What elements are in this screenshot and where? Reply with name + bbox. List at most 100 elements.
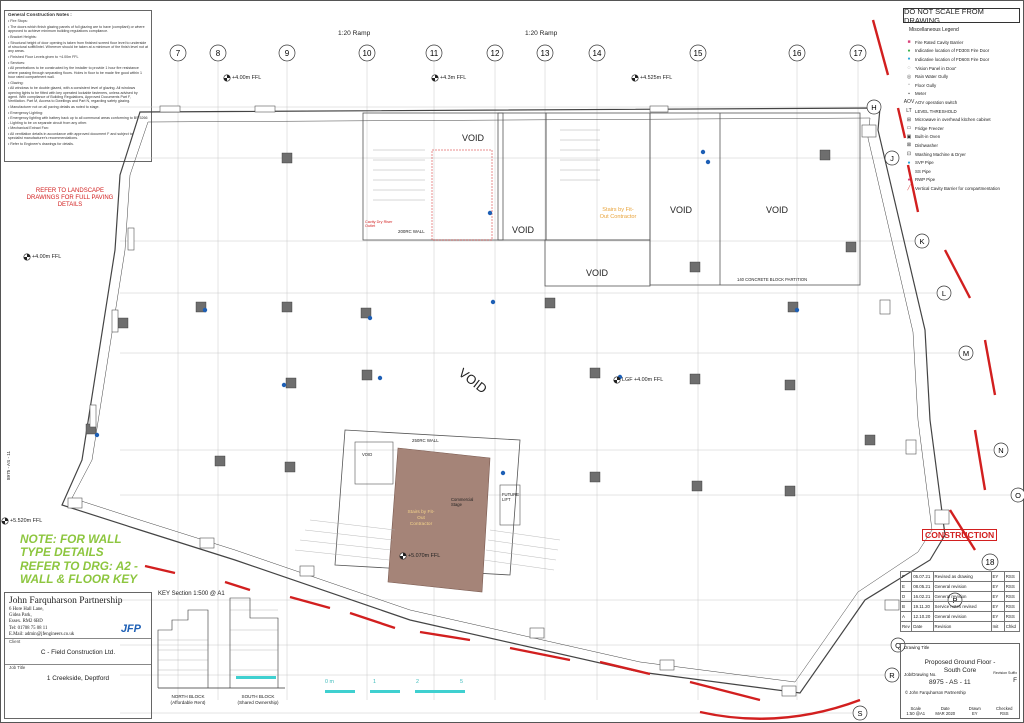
title-block: Drawing Title Proposed Ground Floor - So… [900, 643, 1020, 719]
north-block-text: NORTH BLOCK (Affordable Rent) [170, 694, 206, 705]
wall-250-label: 250RC WALL [412, 438, 439, 443]
revision-cell-chk: RSS [1003, 591, 1021, 602]
grid-col-label: 12 [491, 49, 500, 58]
company-name: John Farquharson Partnership [9, 596, 123, 606]
revision-cell-date: 08.05.21 [911, 581, 934, 592]
future-lift-label: FUTURE LIFT [502, 492, 519, 502]
client-label: Client [9, 639, 21, 645]
level-label: +4.3m FFL [440, 75, 467, 81]
revision-cell-by: EY [990, 591, 1005, 602]
revision-cell-desc: Service notes revised [932, 601, 992, 612]
scale-label: 0 m [325, 679, 334, 685]
void-label: VOID [462, 133, 485, 143]
revision-cell-date: 05.07.21 [911, 571, 934, 582]
revision-cell-rev: B [899, 601, 913, 612]
grid-col-label: 9 [285, 49, 290, 58]
revision-suffix-label: Revision Suffix [993, 671, 1017, 675]
revision-cell-rev: F [899, 571, 913, 582]
grid-col-label: 13 [541, 49, 550, 58]
grid-col-label: 10 [363, 49, 372, 58]
revision-row: F 05.07.21 Revised as drawing EY RSS [899, 571, 1021, 582]
checked-value: RSS [999, 711, 1009, 716]
client-name: C - Field Construction Ltd. [40, 649, 116, 657]
drawing-title-label: Drawing Title [904, 645, 930, 650]
title-block-meta: Scale 1:50 @A1 Date MAR 2020 Drawn EY Check… [901, 706, 1019, 716]
revision-cell-desc: Revision [932, 621, 992, 632]
revision-cell-date: 16.02.21 [911, 591, 934, 602]
drawing-no-label: Job/Drawing No. [904, 672, 937, 677]
stairs-contractor-label: Stairs by Fit-Out Contractor [599, 207, 637, 220]
drawing-number: 8975 - AS - 11 [929, 679, 971, 686]
level-label: +4.00m FFL [32, 254, 62, 260]
scale-label: 2 [416, 679, 419, 685]
revision-cell-desc: General revision [932, 591, 992, 602]
scale-label: 1 [373, 679, 376, 685]
grid-row-label: O [1015, 491, 1021, 500]
void-label: VOID [586, 268, 609, 278]
grid-row-label: R [889, 671, 895, 680]
grid-row-label: S [857, 709, 862, 718]
grid-row-label: K [919, 237, 924, 246]
window-modules [67, 105, 950, 697]
grid-col-label: 7 [176, 49, 181, 58]
revision-cell-date: 12.10.20 [911, 611, 934, 622]
revision-cell-date: Date [911, 621, 934, 632]
void-label: VOID [670, 205, 693, 215]
grid-row-label: N [998, 446, 1003, 455]
grid-row-label: H [871, 103, 876, 112]
date-value: MAR 2020 [935, 711, 956, 716]
revision-cell-rev: E [899, 581, 913, 592]
revision-cell-rev: A [899, 611, 913, 622]
construction-stamp: CONSTRUCTION [922, 529, 998, 541]
grid-col-label: 11 [430, 49, 439, 58]
void-label: VOID [766, 205, 789, 215]
grid-col-label: 15 [694, 49, 703, 58]
wall-200-label: 200RC WALL [398, 229, 425, 234]
commercial-stage-label: Commercial Stage [451, 497, 474, 507]
grid-row-label: J [890, 154, 894, 163]
floor-plan: 7 8 9 10 11 12 13 14 15 16 17HJKLMNOPQRS18 [1, 19, 1024, 721]
revision-cell-desc: Revised as drawing [932, 571, 992, 582]
stairs-contractor-label-south: Stairs by Fit-Out Contractor [407, 510, 435, 527]
south-block-text: SOUTH BLOCK (Shared Ownership) [237, 694, 279, 705]
level-label: +4.00m FFL [232, 75, 262, 81]
pipe-markers [94, 149, 800, 476]
company-panel: John Farquharson Partnership 6 Hore Hall… [4, 592, 152, 719]
scale-label: 5 [460, 679, 463, 685]
revision-cell-by: EY [990, 581, 1005, 592]
key-section-title: KEY Section 1:500 @ A1 [158, 591, 225, 597]
revision-cell-by: EY [990, 601, 1005, 612]
revision-cell-chk: Chkd [1003, 621, 1021, 632]
north-core [362, 112, 861, 287]
grid-col-label: 16 [793, 49, 802, 58]
structural-columns [85, 149, 876, 497]
revision-row: B 19.11.20 Service notes revised EY RSS [899, 601, 1021, 612]
scale-bar [325, 690, 465, 693]
grid-row-label: L [942, 289, 946, 298]
level-label: LGF +4.00m FFL [622, 377, 664, 383]
copyright: © John Farquharson Partnership [905, 690, 966, 695]
revision-cell-by: Init [990, 621, 1005, 632]
level-label: +5.070m FFL [408, 553, 441, 559]
cavity-riser-label: Cavity Dry Riser Outlet [365, 220, 393, 229]
revision-suffix: F [1013, 677, 1017, 684]
level-label: +4.525m FFL [640, 75, 673, 81]
revision-cell-desc: General revision [932, 611, 992, 622]
partition-label: 140 CONCRETE BLOCK PARTITION [737, 277, 808, 282]
drawn-value: EY [971, 711, 978, 716]
revision-row: E 08.05.21 General revision EY RSS [899, 581, 1021, 592]
building-outline [61, 107, 946, 694]
key-section-sketch [157, 597, 285, 689]
grid-col-label: 14 [593, 49, 602, 58]
south-block-caption: SOUTH BLOCK (Shared Ownership) [226, 694, 290, 705]
job-title: 1 Creekside, Deptford [46, 675, 110, 683]
grid-row-label: M [963, 349, 969, 358]
ramp-label-right: 1:20 Ramp [525, 30, 558, 37]
scale-value: 1:50 @A1 [906, 711, 926, 716]
side-reference-label: 8975 - AS - 11 [6, 450, 11, 480]
grid-col-label: 17 [854, 49, 863, 58]
revision-cell-desc: General revision [932, 581, 992, 592]
revision-cell-date: 19.11.20 [911, 601, 934, 612]
void-label: VOID [512, 225, 535, 235]
revision-row: D 16.02.21 General revision EY RSS [899, 591, 1021, 602]
